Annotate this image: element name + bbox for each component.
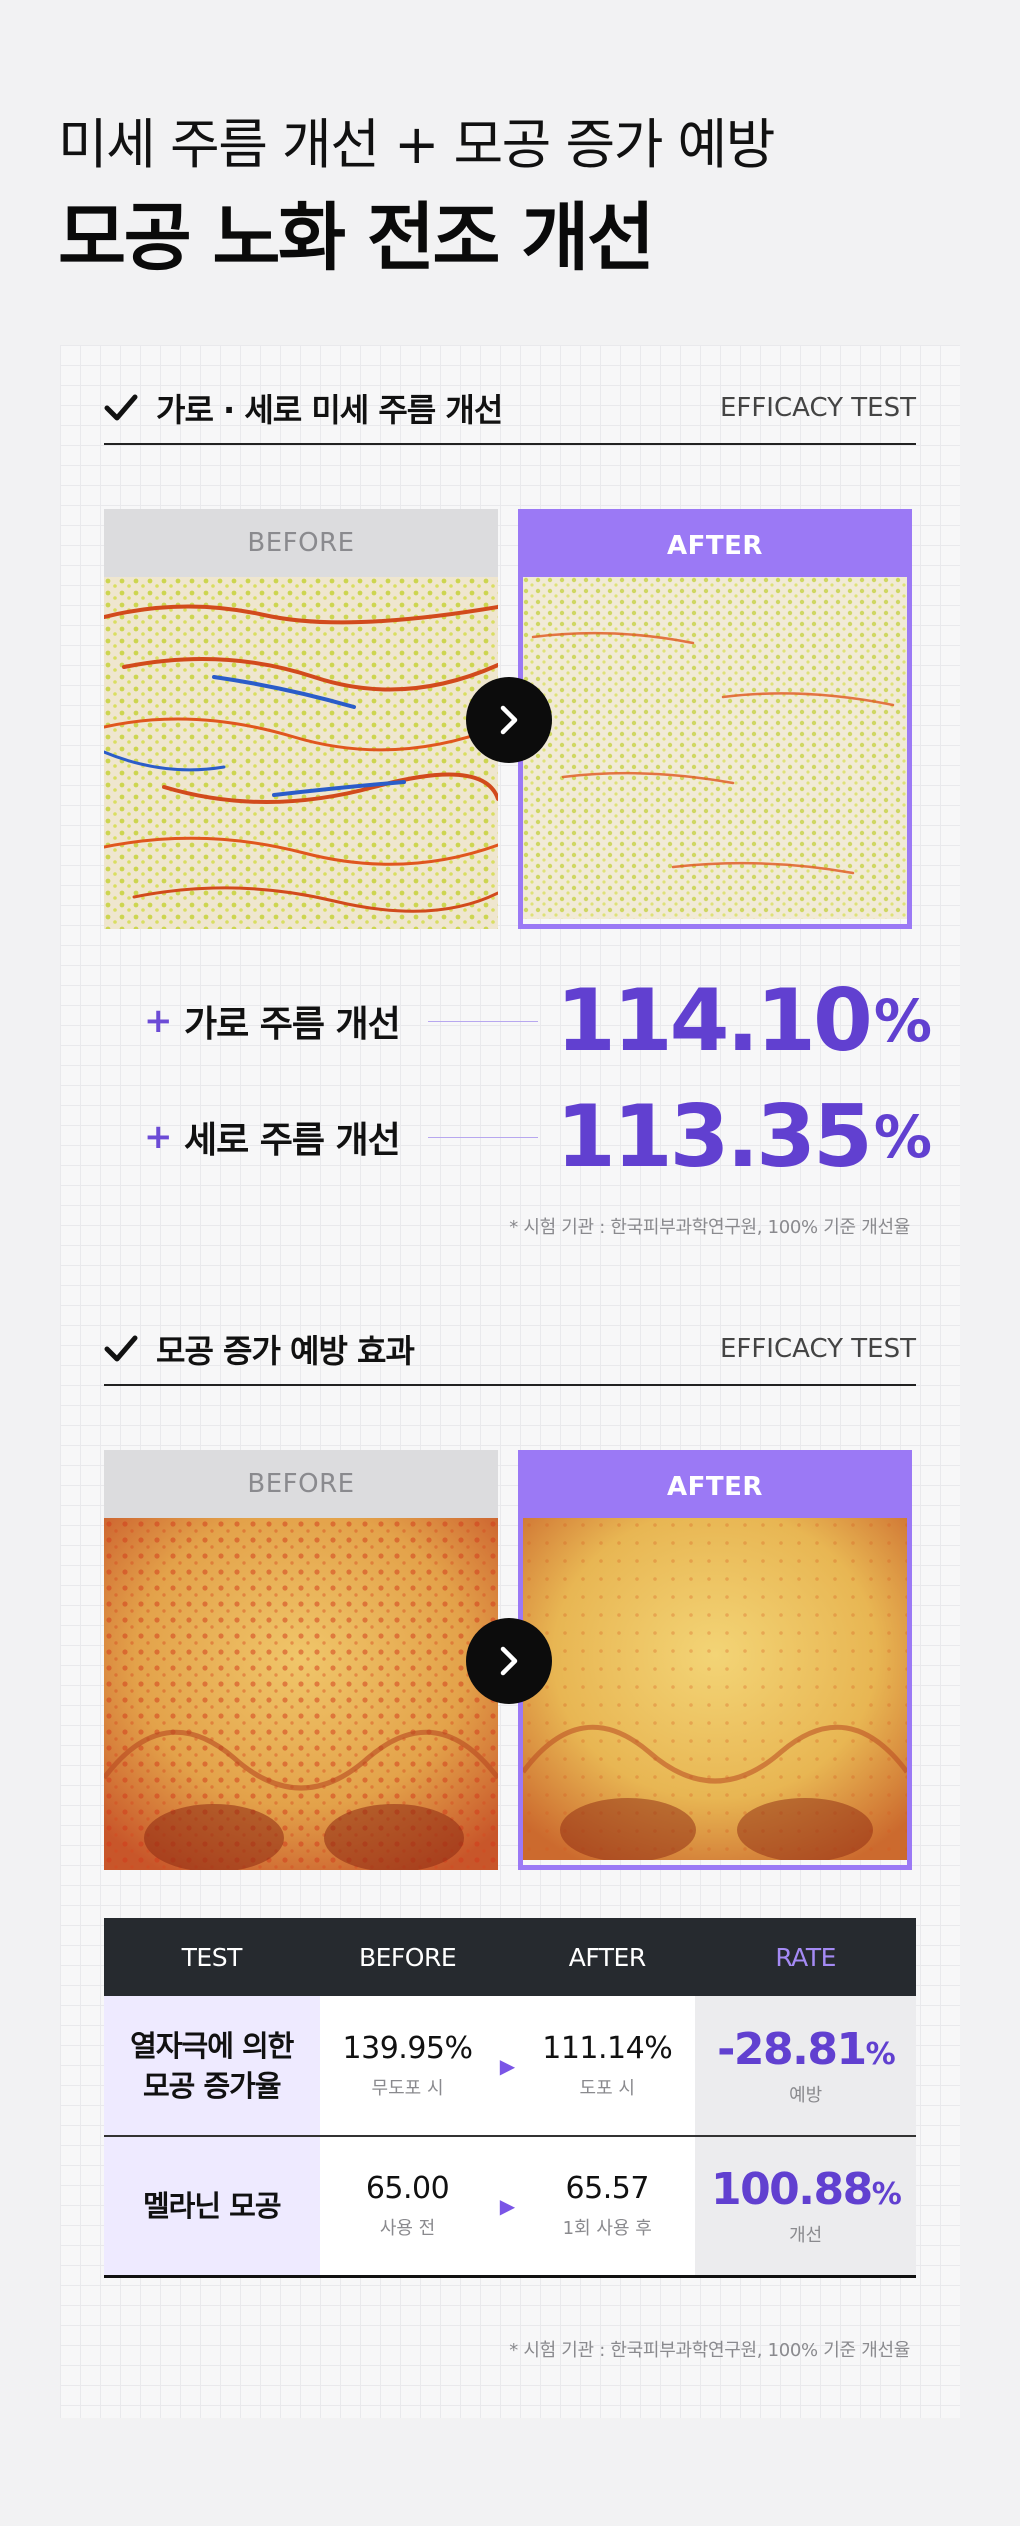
before-label: BEFORE (104, 1450, 498, 1518)
section-title: 모공 증가 예방 효과 (156, 1332, 415, 1370)
rate-description: 개선 (789, 2225, 823, 2247)
before-panel: BEFORE (104, 509, 498, 929)
section-pore-header: 모공 증가 예방 효과 EFFICACY TEST (104, 1314, 916, 1386)
plus-icon: + (144, 1117, 173, 1157)
test-name-cell: 열자극에 의한 모공 증가율 (104, 1996, 320, 2137)
after-cell: 65.57 1회 사용 후 (519, 2136, 696, 2278)
column-header-before: BEFORE (319, 1918, 496, 1996)
column-header-rate: RATE (695, 1918, 916, 1996)
rate-cell: -28.81% 예방 (695, 1996, 916, 2137)
section-wrinkle-header: 가로 · 세로 미세 주름 개선 EFFICACY TEST (104, 373, 916, 445)
after-panel: AFTER (518, 1450, 912, 1870)
before-panel: BEFORE (104, 1450, 498, 1870)
table-row: 열자극에 의한 모공 증가율 139.95% 무도포 시 ▶ 111.14% 도… (104, 1996, 916, 2137)
rate-value: -28.81 (717, 2024, 867, 2075)
triangle-right-icon: ▶ (495, 1996, 520, 2137)
test-name-cell: 멜라닌 모공 (104, 2136, 320, 2278)
column-header-test: TEST (104, 1918, 320, 1996)
divider-line (428, 1020, 538, 1022)
next-arrow-button (466, 677, 552, 763)
result-unit: % (873, 1103, 932, 1171)
test-name-line: 멜라닌 모공 (143, 2188, 281, 2223)
after-panel: AFTER (518, 509, 912, 929)
page-subtitle: 미세 주름 개선 + 모공 증가 예방 (58, 113, 775, 176)
rate-unit: % (865, 2037, 896, 2072)
wrinkle-before-image (104, 577, 498, 929)
check-icon (104, 1335, 138, 1362)
rate-description: 예방 (789, 2085, 823, 2106)
divider-line (428, 1136, 538, 1138)
efficacy-test-tag: EFFICACY TEST (719, 393, 916, 423)
triangle-right-icon: ▶ (495, 2136, 520, 2278)
before-value: 65.00 (365, 2171, 450, 2207)
plus-icon: + (144, 1001, 173, 1041)
footnote: * 시험 기관 : 한국피부과학연구원, 100% 기준 개선율 (509, 1217, 910, 1238)
rate-value-wrap: 100.88% (695, 2164, 916, 2215)
content-card: 가로 · 세로 미세 주름 개선 EFFICACY TEST BEFORE AF… (60, 345, 960, 2418)
section-title: 가로 · 세로 미세 주름 개선 (156, 391, 503, 429)
results-table: TEST BEFORE AFTER RATE 열자극에 의한 모공 증가율 13… (104, 1918, 916, 2278)
before-label: BEFORE (104, 509, 498, 577)
after-cell: 111.14% 도포 시 (519, 1996, 696, 2137)
pore-before-image (104, 1518, 498, 1870)
column-header-spacer (495, 1918, 520, 1996)
result-value: 113.35 (556, 1087, 873, 1187)
after-condition: 1회 사용 후 (562, 2218, 652, 2240)
next-arrow-button (466, 1618, 552, 1704)
wrinkle-after-image (523, 577, 907, 919)
test-name-line: 열자극에 의한 (130, 2028, 294, 2063)
before-condition: 무도포 시 (371, 2078, 444, 2099)
result-row-horizontal: + 가로 주름 개선 114.10 % (144, 966, 944, 1076)
rate-value: 100.88 (710, 2164, 873, 2216)
after-label: AFTER (523, 1455, 907, 1518)
chevron-right-icon (500, 1646, 518, 1676)
table-row: 멜라닌 모공 65.00 사용 전 ▶ 65.57 1회 사용 후 100.88… (104, 2136, 916, 2278)
before-cell: 65.00 사용 전 (319, 2136, 496, 2278)
before-cell: 139.95% 무도포 시 (319, 1996, 496, 2137)
wrinkle-before-after: BEFORE AFTER (104, 509, 916, 929)
result-value: 114.10 (556, 971, 873, 1071)
pore-before-after: BEFORE AFTER (104, 1450, 916, 1870)
page-header: 미세 주름 개선 + 모공 증가 예방 모공 노화 전조 개선 (58, 110, 958, 288)
before-condition: 사용 전 (379, 2218, 436, 2240)
result-row-vertical: + 세로 주름 개선 113.35 % (144, 1082, 944, 1192)
before-value: 139.95% (342, 2031, 473, 2066)
rate-value-wrap: -28.81% (695, 2024, 916, 2075)
column-header-after: AFTER (519, 1918, 696, 1996)
pore-after-image (523, 1518, 907, 1860)
rate-cell: 100.88% 개선 (695, 2136, 916, 2278)
chevron-right-icon (500, 705, 518, 735)
result-label: 가로 주름 개선 (184, 1004, 401, 1045)
after-condition: 도포 시 (579, 2078, 635, 2099)
after-value: 111.14% (542, 2031, 673, 2066)
page-title: 모공 노화 전조 개선 (58, 195, 655, 281)
rate-unit: % (871, 2177, 902, 2213)
check-icon (104, 394, 138, 421)
after-value: 65.57 (565, 2171, 650, 2207)
footnote: * 시험 기관 : 한국피부과학연구원, 100% 기준 개선율 (509, 2340, 910, 2361)
result-unit: % (873, 987, 932, 1055)
result-label: 세로 주름 개선 (184, 1120, 401, 1161)
efficacy-test-tag: EFFICACY TEST (719, 1334, 916, 1364)
test-name-line: 모공 증가율 (143, 2068, 281, 2103)
after-label: AFTER (523, 514, 907, 577)
